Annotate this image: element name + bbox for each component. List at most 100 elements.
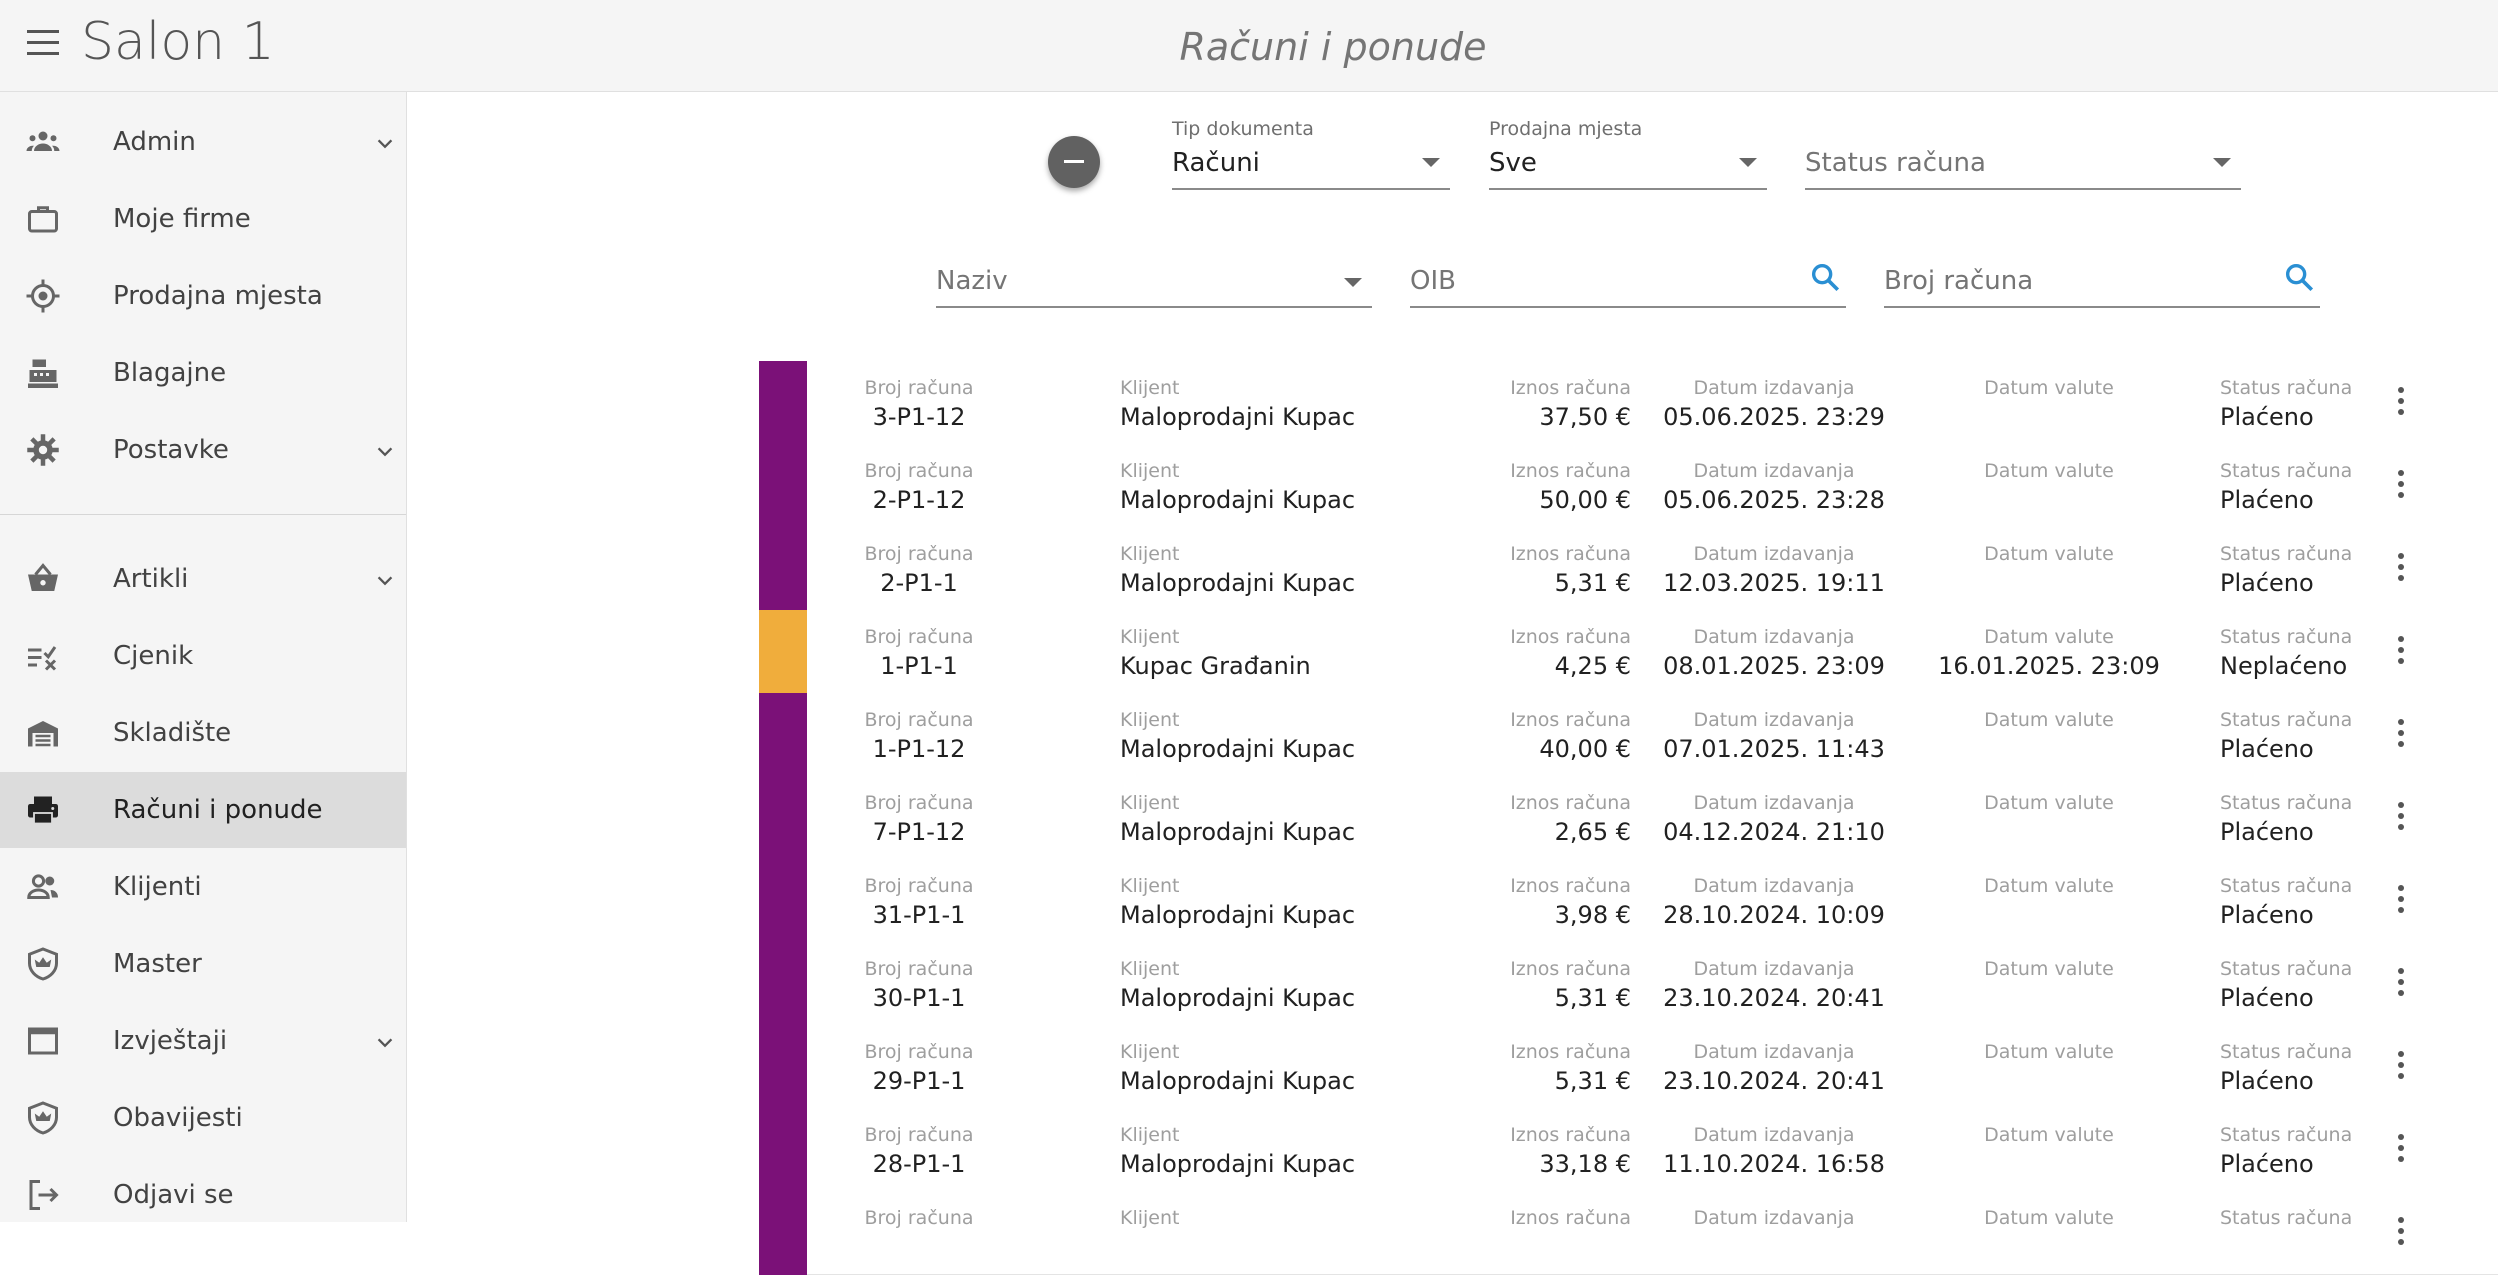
sidebar-item-računi-i-ponude[interactable]: Računi i ponude — [0, 772, 406, 848]
briefcase-icon — [24, 200, 62, 238]
klijent-label: Klijent — [1120, 875, 1180, 897]
table-row[interactable]: Broj računa Klijent Iznos računa Datum izda… — [759, 1191, 2498, 1275]
prodajna-mjesta-select[interactable]: Prodajna mjesta Sve — [1489, 118, 1767, 190]
gear-icon — [24, 431, 62, 469]
more-vert-icon[interactable] — [2395, 1134, 2407, 1166]
datum-izdavanja-label: Datum izdavanja — [1693, 543, 1855, 565]
status-value: Plaćeno — [2220, 735, 2314, 763]
broj-value: 7-P1-12 — [872, 818, 966, 846]
table-row[interactable]: Broj računa 1-P1-1 Klijent Kupac Građanin Iz… — [759, 610, 2498, 694]
sidebar-item-izvještaji[interactable]: Izvještaji — [0, 1003, 406, 1079]
more-vert-icon[interactable] — [2395, 387, 2407, 419]
status-label: Status računa — [2220, 626, 2353, 648]
table-row[interactable]: Broj računa 29-P1-1 Klijent Maloprodajni Ku… — [759, 1025, 2498, 1109]
iznos-value: 37,50 € — [1539, 403, 1631, 431]
broj-label: Broj računa — [864, 792, 974, 814]
more-vert-icon[interactable] — [2395, 470, 2407, 502]
sidebar-item-prodajna-mjesta[interactable]: Prodajna mjesta — [0, 258, 406, 334]
more-vert-icon[interactable] — [2395, 719, 2407, 751]
klijent-label: Klijent — [1120, 626, 1180, 648]
table-row[interactable]: Broj računa 2-P1-1 Klijent Maloprodajni Kup… — [759, 527, 2498, 611]
more-vert-icon[interactable] — [2395, 968, 2407, 1000]
table-row[interactable]: Broj računa 7-P1-12 Klijent Maloprodajni Ku… — [759, 776, 2498, 860]
datum-valute-label: Datum valute — [1984, 460, 2114, 482]
sidebar-item-label: Artikli — [113, 564, 189, 594]
printer-icon — [24, 791, 62, 829]
iznos-label: Iznos računa — [1510, 1041, 1631, 1063]
status-label: Status računa — [2220, 460, 2353, 482]
table-row[interactable]: Broj računa 28-P1-1 Klijent Maloprodajni Ku… — [759, 1108, 2498, 1192]
more-vert-icon[interactable] — [2395, 636, 2407, 668]
location-target-icon — [24, 277, 62, 315]
more-vert-icon[interactable] — [2395, 553, 2407, 585]
oib-search-field[interactable]: OIB — [1410, 254, 1846, 308]
people-icon — [24, 123, 62, 161]
shield-crown-icon — [24, 1099, 62, 1137]
sidebar-item-artikli[interactable]: Artikli — [0, 541, 406, 617]
sidebar-item-label: Admin — [113, 127, 196, 157]
table-row[interactable]: Broj računa 31-P1-1 Klijent Maloprodajni Ku… — [759, 859, 2498, 943]
klijent-value: Maloprodajni Kupac — [1120, 569, 1356, 597]
broj-value: 3-P1-12 — [872, 403, 966, 431]
sidebar-item-label: Skladište — [113, 718, 232, 748]
sidebar-item-admin[interactable]: Admin — [0, 104, 406, 180]
table-row[interactable]: Broj računa 2-P1-12 Klijent Maloprodajni Ku… — [759, 444, 2498, 528]
sidebar-item-skladište[interactable]: Skladište — [0, 695, 406, 771]
more-vert-icon[interactable] — [2395, 802, 2407, 834]
sidebar-divider — [0, 514, 406, 515]
broj-value: 30-P1-1 — [872, 984, 966, 1012]
tip-dokumenta-label: Tip dokumenta — [1172, 118, 1314, 140]
datum-izdavanja-value: 23.10.2024. 20:41 — [1663, 984, 1885, 1012]
search-icon[interactable] — [2282, 260, 2316, 294]
page-title: Računi i ponude — [1179, 25, 1487, 69]
naziv-select[interactable]: Naziv — [936, 254, 1372, 308]
datum-valute-label: Datum valute — [1984, 377, 2114, 399]
iznos-label: Iznos računa — [1510, 709, 1631, 731]
sidebar-item-label: Master — [113, 949, 202, 979]
status-value: Plaćeno — [2220, 1150, 2314, 1178]
more-vert-icon[interactable] — [2395, 1051, 2407, 1083]
sidebar-item-klijenti[interactable]: Klijenti — [0, 849, 406, 925]
sidebar-item-label: Računi i ponude — [113, 795, 323, 825]
broj-value: 2-P1-12 — [872, 486, 966, 514]
iznos-label: Iznos računa — [1510, 958, 1631, 980]
iznos-label: Iznos računa — [1510, 1124, 1631, 1146]
datum-valute-label: Datum valute — [1984, 792, 2114, 814]
broj-racuna-search-field[interactable]: Broj računa — [1884, 254, 2320, 308]
table-row[interactable]: Broj računa 30-P1-1 Klijent Maloprodajni Ku… — [759, 942, 2498, 1026]
tip-dokumenta-select[interactable]: Tip dokumenta Računi — [1172, 118, 1450, 190]
warehouse-icon — [24, 714, 62, 752]
datum-valute-label: Datum valute — [1984, 709, 2114, 731]
sidebar-item-cjenik[interactable]: Cjenik — [0, 618, 406, 694]
table-row[interactable]: Broj računa 1-P1-12 Klijent Maloprodajni Ku… — [759, 693, 2498, 777]
sidebar-item-obavijesti[interactable]: Obavijesti — [0, 1080, 406, 1156]
collapse-filters-button[interactable] — [1048, 136, 1100, 188]
iznos-value: 40,00 € — [1539, 735, 1631, 763]
status-value: Plaćeno — [2220, 486, 2314, 514]
status-label: Status računa — [2220, 875, 2353, 897]
sidebar-item-master[interactable]: Master — [0, 926, 406, 1002]
shield-crown-icon — [24, 945, 62, 983]
datum-izdavanja-value: 28.10.2024. 10:09 — [1663, 901, 1885, 929]
status-racuna-select[interactable]: Status računa — [1805, 118, 2241, 190]
sidebar-item-postavke[interactable]: Postavke — [0, 412, 406, 488]
datum-izdavanja-value: 05.06.2025. 23:29 — [1663, 403, 1885, 431]
table-row[interactable]: Broj računa 3-P1-12 Klijent Maloprodajni Ku… — [759, 361, 2498, 445]
datum-valute-label: Datum valute — [1984, 626, 2114, 648]
status-value: Neplaćeno — [2220, 652, 2348, 680]
status-color-bar — [759, 1025, 807, 1109]
more-vert-icon[interactable] — [2395, 885, 2407, 917]
chevron-down-icon — [374, 570, 393, 588]
klijent-label: Klijent — [1120, 543, 1180, 565]
broj-label: Broj računa — [864, 543, 974, 565]
datum-valute-label: Datum valute — [1984, 1124, 2114, 1146]
status-label: Status računa — [2220, 958, 2353, 980]
search-icon[interactable] — [1808, 260, 1842, 294]
status-label: Status računa — [2220, 792, 2353, 814]
sidebar-item-moje-firme[interactable]: Moje firme — [0, 181, 406, 257]
chevron-down-icon — [374, 133, 393, 151]
status-value: Plaćeno — [2220, 818, 2314, 846]
sidebar-item-blagajne[interactable]: Blagajne — [0, 335, 406, 411]
status-color-bar — [759, 527, 807, 611]
klijent-value: Maloprodajni Kupac — [1120, 1067, 1356, 1095]
